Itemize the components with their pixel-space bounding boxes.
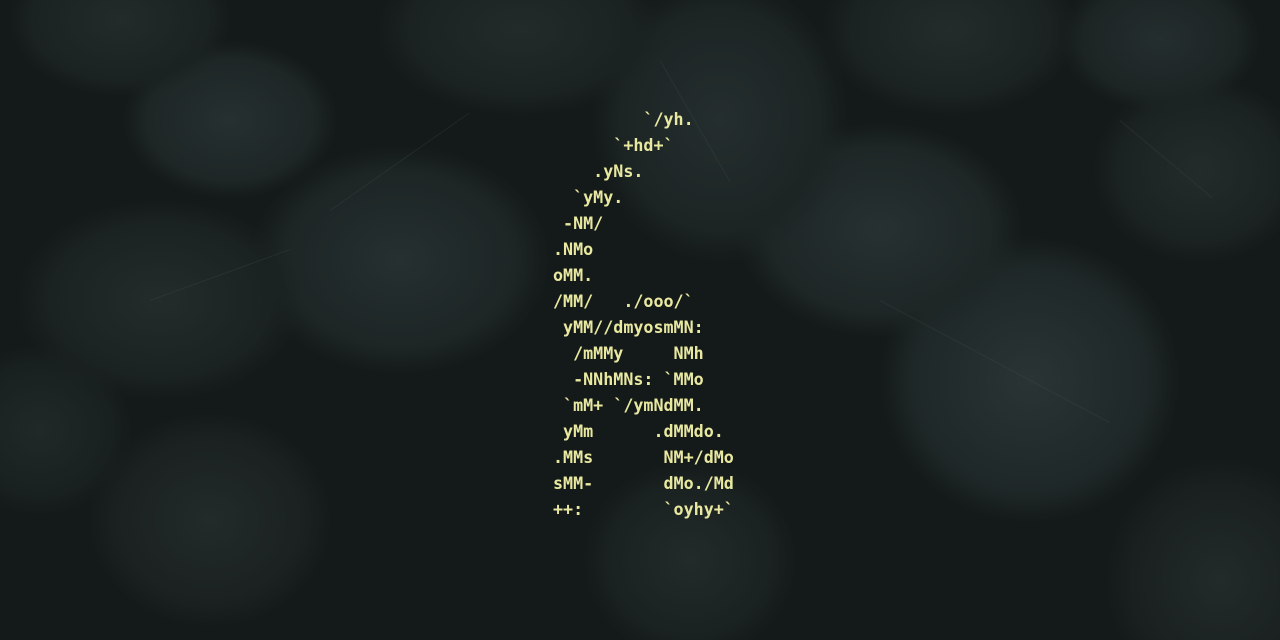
ascii-logo-line: yMM//dmyosmMN: [553, 317, 704, 337]
leaf-vein [149, 248, 292, 301]
ascii-logo-line: -NM/ [553, 213, 604, 233]
ascii-logo-line: /MM/ ./ooo/` [553, 291, 694, 311]
ascii-logo-line: /mMMy NMh [553, 343, 704, 363]
ascii-logo-line: `+hd+` [553, 135, 674, 155]
ascii-logo-line: .MMs NM+/dMo [553, 447, 734, 467]
ascii-logo-line: ++: `oyhy+` [553, 499, 734, 519]
ascii-logo-line: .NMo [553, 239, 594, 259]
ascii-logo-line: `/yh. [553, 109, 694, 129]
ascii-logo-line: .yNs. [553, 161, 644, 181]
ascii-logo-line: oMM. [553, 265, 594, 285]
ascii-logo-line: `mM+ `/ymNdMM. [553, 395, 704, 415]
ascii-logo: `/yh. `+hd+` .yNs. `yMy. -NM/ .NMo oMM. /MM… [553, 106, 753, 522]
desktop-wallpaper: `/yh. `+hd+` .yNs. `yMy. -NM/ .NMo oMM. /MM… [0, 0, 1280, 640]
ascii-logo-line: yMm .dMMdo. [553, 421, 724, 441]
ascii-logo-line: -NNhMNs: `MMo [553, 369, 704, 389]
leaf-vein [329, 112, 470, 211]
ascii-logo-line: sMM- dMo./Md [553, 473, 734, 493]
leaf-vein [879, 300, 1110, 424]
leaf-vein [1119, 120, 1213, 199]
ascii-logo-line: `yMy. [553, 187, 624, 207]
